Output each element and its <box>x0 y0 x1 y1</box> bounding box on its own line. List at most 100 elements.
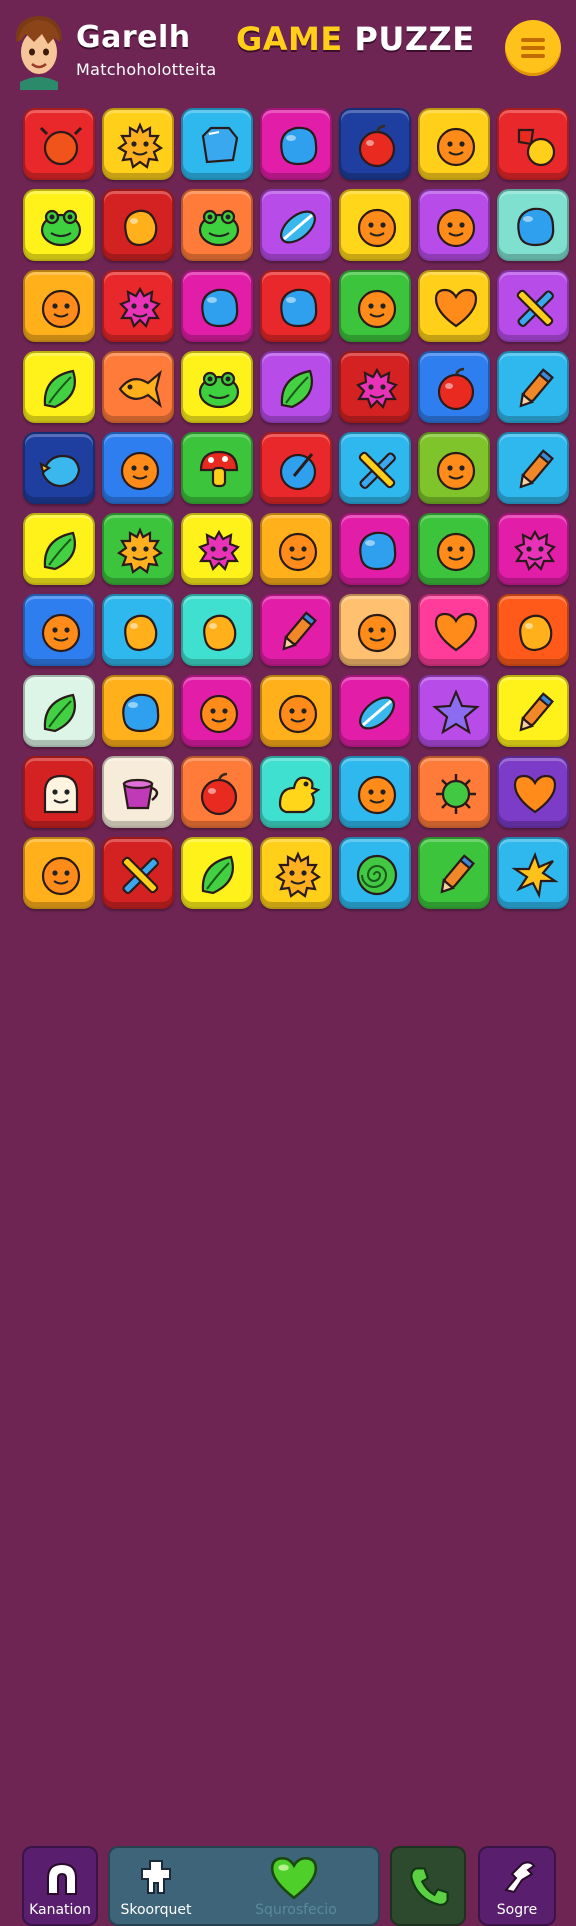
blob-icon <box>122 693 160 733</box>
tile-r7-c2[interactable] <box>102 594 174 666</box>
nav-kanation-button[interactable]: Kanation <box>22 1846 98 1926</box>
pencil-icon <box>519 368 555 408</box>
tile-r6-c5[interactable] <box>339 513 411 585</box>
tile-r7-c6[interactable] <box>418 594 490 666</box>
tile-r10-c6[interactable] <box>418 837 490 909</box>
nav-sogre-button[interactable]: Sogre <box>478 1846 556 1926</box>
tile-r7-c3[interactable] <box>181 594 253 666</box>
tile-r4-c5[interactable] <box>339 351 411 423</box>
tile-r8-c6[interactable] <box>418 675 490 747</box>
tile-r7-c5[interactable] <box>339 594 411 666</box>
tile-r4-c3[interactable] <box>181 351 253 423</box>
tile-r6-c7[interactable] <box>497 513 569 585</box>
leaf-icon <box>280 369 313 409</box>
candy-icon <box>517 128 556 167</box>
cup-icon <box>122 778 159 810</box>
face-icon <box>199 694 239 734</box>
tile-r10-c3[interactable] <box>181 837 253 909</box>
star-blob-icon <box>514 529 556 571</box>
tile-r9-c6[interactable] <box>418 756 490 828</box>
tile-r2-c2[interactable] <box>102 189 174 261</box>
tile-r1-c3[interactable] <box>181 108 253 180</box>
tile-r1-c2[interactable] <box>102 108 174 180</box>
tile-r1-c4[interactable] <box>260 108 332 180</box>
tile-r5-c2[interactable] <box>102 432 174 504</box>
tile-r2-c5[interactable] <box>339 189 411 261</box>
tile-r5-c5[interactable] <box>339 432 411 504</box>
tile-r8-c1[interactable] <box>23 675 95 747</box>
tile-r1-c6[interactable] <box>418 108 490 180</box>
face-icon <box>41 856 81 896</box>
pencil-icon <box>440 854 476 894</box>
tile-r7-c7[interactable] <box>497 594 569 666</box>
tile-r4-c6[interactable] <box>418 351 490 423</box>
tile-r5-c4[interactable] <box>260 432 332 504</box>
tile-r2-c6[interactable] <box>418 189 490 261</box>
tile-r3-c4[interactable] <box>260 270 332 342</box>
cross-icon <box>358 451 396 489</box>
tile-r6-c6[interactable] <box>418 513 490 585</box>
tile-r7-c1[interactable] <box>23 594 95 666</box>
tile-r5-c3[interactable] <box>181 432 253 504</box>
swirl-icon <box>356 854 398 896</box>
star-burst-icon <box>511 851 559 899</box>
tile-r3-c1[interactable] <box>23 270 95 342</box>
face-icon <box>357 775 397 815</box>
tile-r2-c4[interactable] <box>260 189 332 261</box>
tile-r1-c1[interactable] <box>23 108 95 180</box>
tile-r1-c5[interactable] <box>339 108 411 180</box>
tile-r9-c7[interactable] <box>497 756 569 828</box>
tile-r10-c7[interactable] <box>497 837 569 909</box>
tile-r8-c3[interactable] <box>181 675 253 747</box>
tile-r4-c7[interactable] <box>497 351 569 423</box>
tile-r9-c4[interactable] <box>260 756 332 828</box>
tile-r4-c2[interactable] <box>102 351 174 423</box>
tile-r10-c4[interactable] <box>260 837 332 909</box>
tile-r8-c5[interactable] <box>339 675 411 747</box>
blob-icon <box>280 126 318 166</box>
tile-r6-c1[interactable] <box>23 513 95 585</box>
tile-r4-c4[interactable] <box>260 351 332 423</box>
tile-r6-c4[interactable] <box>260 513 332 585</box>
tile-r6-c3[interactable] <box>181 513 253 585</box>
tile-r6-c2[interactable] <box>102 513 174 585</box>
tile-r9-c3[interactable] <box>181 756 253 828</box>
puzzle-piece-icon[interactable] <box>136 1856 176 1898</box>
nav-center-right-label[interactable]: Squrosfecio <box>246 1902 346 1918</box>
heart-icon[interactable] <box>268 1854 320 1900</box>
tile-r5-c1[interactable] <box>23 432 95 504</box>
tile-r8-c4[interactable] <box>260 675 332 747</box>
tile-r9-c1[interactable] <box>23 756 95 828</box>
candy-swirl-icon <box>280 210 316 244</box>
tile-r4-c1[interactable] <box>23 351 95 423</box>
tile-r3-c2[interactable] <box>102 270 174 342</box>
tile-r7-c4[interactable] <box>260 594 332 666</box>
tile-r2-c7[interactable] <box>497 189 569 261</box>
tile-r10-c5[interactable] <box>339 837 411 909</box>
cross-icon <box>516 289 554 327</box>
tile-r5-c6[interactable] <box>418 432 490 504</box>
tile-r3-c5[interactable] <box>339 270 411 342</box>
tile-r9-c5[interactable] <box>339 756 411 828</box>
tile-r8-c2[interactable] <box>102 675 174 747</box>
leaf-icon <box>201 855 234 895</box>
apple-icon <box>437 367 475 411</box>
tile-r9-c2[interactable] <box>102 756 174 828</box>
phone-button[interactable] <box>390 1846 466 1926</box>
face-icon <box>120 451 160 491</box>
tile-r3-c3[interactable] <box>181 270 253 342</box>
tile-r10-c2[interactable] <box>102 837 174 909</box>
orb-icon <box>279 453 317 491</box>
bird-icon <box>504 1861 536 1894</box>
tile-r3-c6[interactable] <box>418 270 490 342</box>
tile-r2-c3[interactable] <box>181 189 253 261</box>
bird-icon <box>39 454 81 488</box>
tile-r8-c7[interactable] <box>497 675 569 747</box>
tile-r10-c1[interactable] <box>23 837 95 909</box>
frog-icon <box>198 209 240 247</box>
nav-center-left-label[interactable]: Skoorquet <box>118 1902 194 1918</box>
tile-r2-c1[interactable] <box>23 189 95 261</box>
tile-r5-c7[interactable] <box>497 432 569 504</box>
tile-r3-c7[interactable] <box>497 270 569 342</box>
tile-r1-c7[interactable] <box>497 108 569 180</box>
